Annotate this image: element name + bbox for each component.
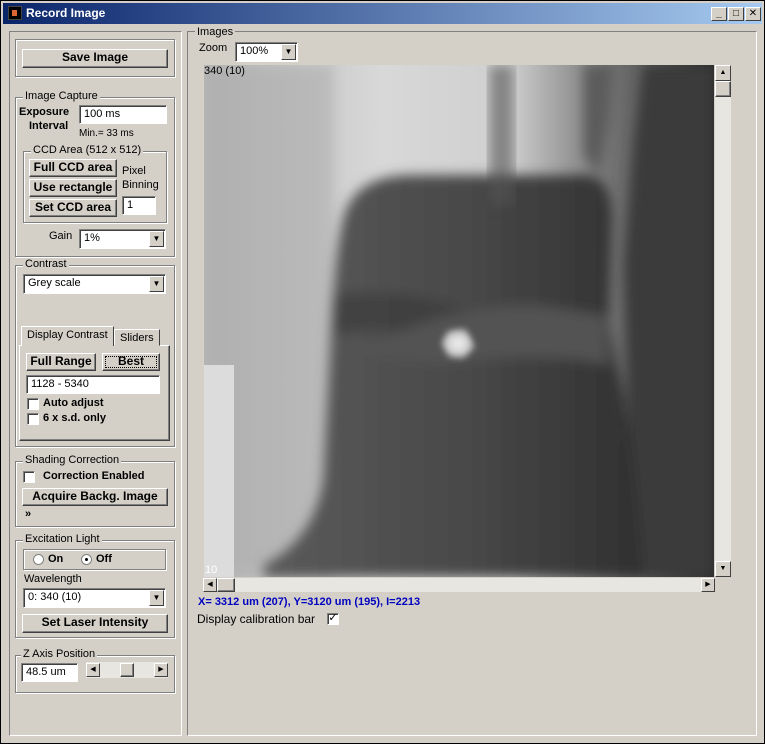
auto-adjust-checkbox[interactable] [27, 398, 39, 410]
tab-display-contrast[interactable]: Display Contrast [21, 326, 114, 346]
pixel-binning-field[interactable]: 1 [122, 196, 156, 215]
arrow-down-icon[interactable]: ▼ [715, 561, 731, 577]
wavelength-value: 0: 340 (10) [28, 591, 82, 603]
palette-select[interactable]: Grey scale ▼ [23, 274, 166, 294]
palette-value: Grey scale [28, 277, 81, 289]
six-sd-label: 6 x s.d. only [43, 412, 106, 424]
exposure-interval-field[interactable]: 100 ms [79, 105, 167, 124]
chevron-down-icon[interactable]: ▼ [149, 231, 164, 247]
camera-image[interactable] [204, 65, 714, 577]
vertical-scroll-thumb[interactable] [715, 81, 731, 97]
z-slider-thumb[interactable] [120, 663, 134, 677]
title-bar[interactable]: Record Image _ □ ✕ [3, 3, 762, 24]
z-position-slider[interactable]: ◀ ▶ [86, 662, 168, 678]
camera-image-graphic [204, 65, 714, 577]
full-range-button[interactable]: Full Range [26, 353, 96, 371]
minimize-icon[interactable]: _ [711, 7, 727, 21]
cursor-status-readout: X= 3312 um (207), Y=3120 um (195), I=221… [198, 596, 421, 608]
image-capture-title: Image Capture [23, 90, 100, 102]
excitation-off-label: Off [96, 553, 112, 565]
full-ccd-area-button[interactable]: Full CCD area [29, 159, 117, 177]
window-title: Record Image [26, 6, 106, 20]
z-position-field[interactable]: 48.5 um [21, 663, 78, 682]
calibration-bar-label: Display calibration bar [197, 612, 316, 626]
close-icon[interactable]: ✕ [745, 7, 761, 21]
exposure-label: Exposure [19, 106, 70, 118]
correction-enabled-label: Correction Enabled [43, 470, 145, 482]
save-image-button[interactable]: Save Image [22, 49, 168, 68]
ccd-area-title: CCD Area (512 x 512) [31, 144, 144, 156]
vertical-scrollbar[interactable]: ▲ ▼ [715, 65, 731, 577]
arrow-left-icon[interactable]: ◀ [86, 663, 100, 677]
excitation-on-radio[interactable] [33, 554, 44, 565]
gain-value: 1% [84, 232, 100, 244]
excitation-title: Excitation Light [23, 533, 102, 545]
tab-sliders[interactable]: Sliders [114, 329, 160, 346]
zoom-select[interactable]: 100% ▼ [235, 42, 298, 62]
zoom-label: Zoom [199, 42, 228, 54]
app-icon [8, 6, 22, 20]
image-channel-label: 340 (10) [204, 65, 245, 77]
arrow-up-icon[interactable]: ▲ [715, 65, 731, 81]
double-chevron-down-icon[interactable]: » [25, 508, 31, 520]
z-axis-title: Z Axis Position [21, 648, 98, 660]
contrast-title: Contrast [23, 258, 69, 270]
acquire-background-button[interactable]: Acquire Backg. Image [22, 488, 168, 506]
arrow-right-icon[interactable]: ▶ [154, 663, 168, 677]
chevron-down-icon[interactable]: ▼ [149, 276, 164, 292]
min-interval-note: Min.= 33 ms [79, 128, 134, 139]
interval-label: Interval [29, 120, 69, 132]
shading-title: Shading Correction [23, 454, 122, 466]
gain-label: Gain [49, 230, 73, 242]
contrast-range-field[interactable]: 1128 - 5340 [26, 375, 160, 394]
excitation-on-label: On [48, 553, 64, 565]
six-sd-checkbox[interactable] [27, 413, 39, 425]
horizontal-scroll-thumb[interactable] [217, 578, 235, 592]
set-laser-intensity-button[interactable]: Set Laser Intensity [22, 614, 168, 633]
chevron-down-icon[interactable]: ▼ [281, 44, 296, 60]
maximize-icon[interactable]: □ [728, 7, 744, 21]
auto-adjust-label: Auto adjust [43, 397, 104, 409]
record-image-window: Record Image _ □ ✕ Save Image Image Capt… [0, 0, 765, 744]
wavelength-label: Wavelength [24, 573, 82, 585]
image-corner-label: 10 [205, 564, 218, 576]
pixel-label: Pixel [122, 165, 146, 177]
images-title: Images [195, 26, 236, 38]
use-rectangle-button[interactable]: Use rectangle [29, 179, 117, 197]
chevron-down-icon[interactable]: ▼ [149, 590, 164, 606]
correction-enabled-checkbox[interactable] [23, 471, 35, 483]
calibration-bar-checkbox[interactable]: ✓ [327, 613, 339, 625]
best-button[interactable]: Best [102, 353, 160, 371]
binning-label: Binning [122, 179, 159, 191]
horizontal-scrollbar[interactable]: ◀ ▶ [203, 578, 715, 592]
wavelength-select[interactable]: 0: 340 (10) ▼ [23, 588, 166, 608]
excitation-off-radio[interactable] [81, 554, 92, 565]
arrow-left-icon[interactable]: ◀ [203, 578, 217, 592]
excitation-radio-box [23, 549, 166, 570]
zoom-value: 100% [240, 45, 269, 57]
set-ccd-area-button[interactable]: Set CCD area [29, 199, 117, 217]
arrow-right-icon[interactable]: ▶ [701, 578, 715, 592]
gain-select[interactable]: 1% ▼ [79, 229, 166, 249]
